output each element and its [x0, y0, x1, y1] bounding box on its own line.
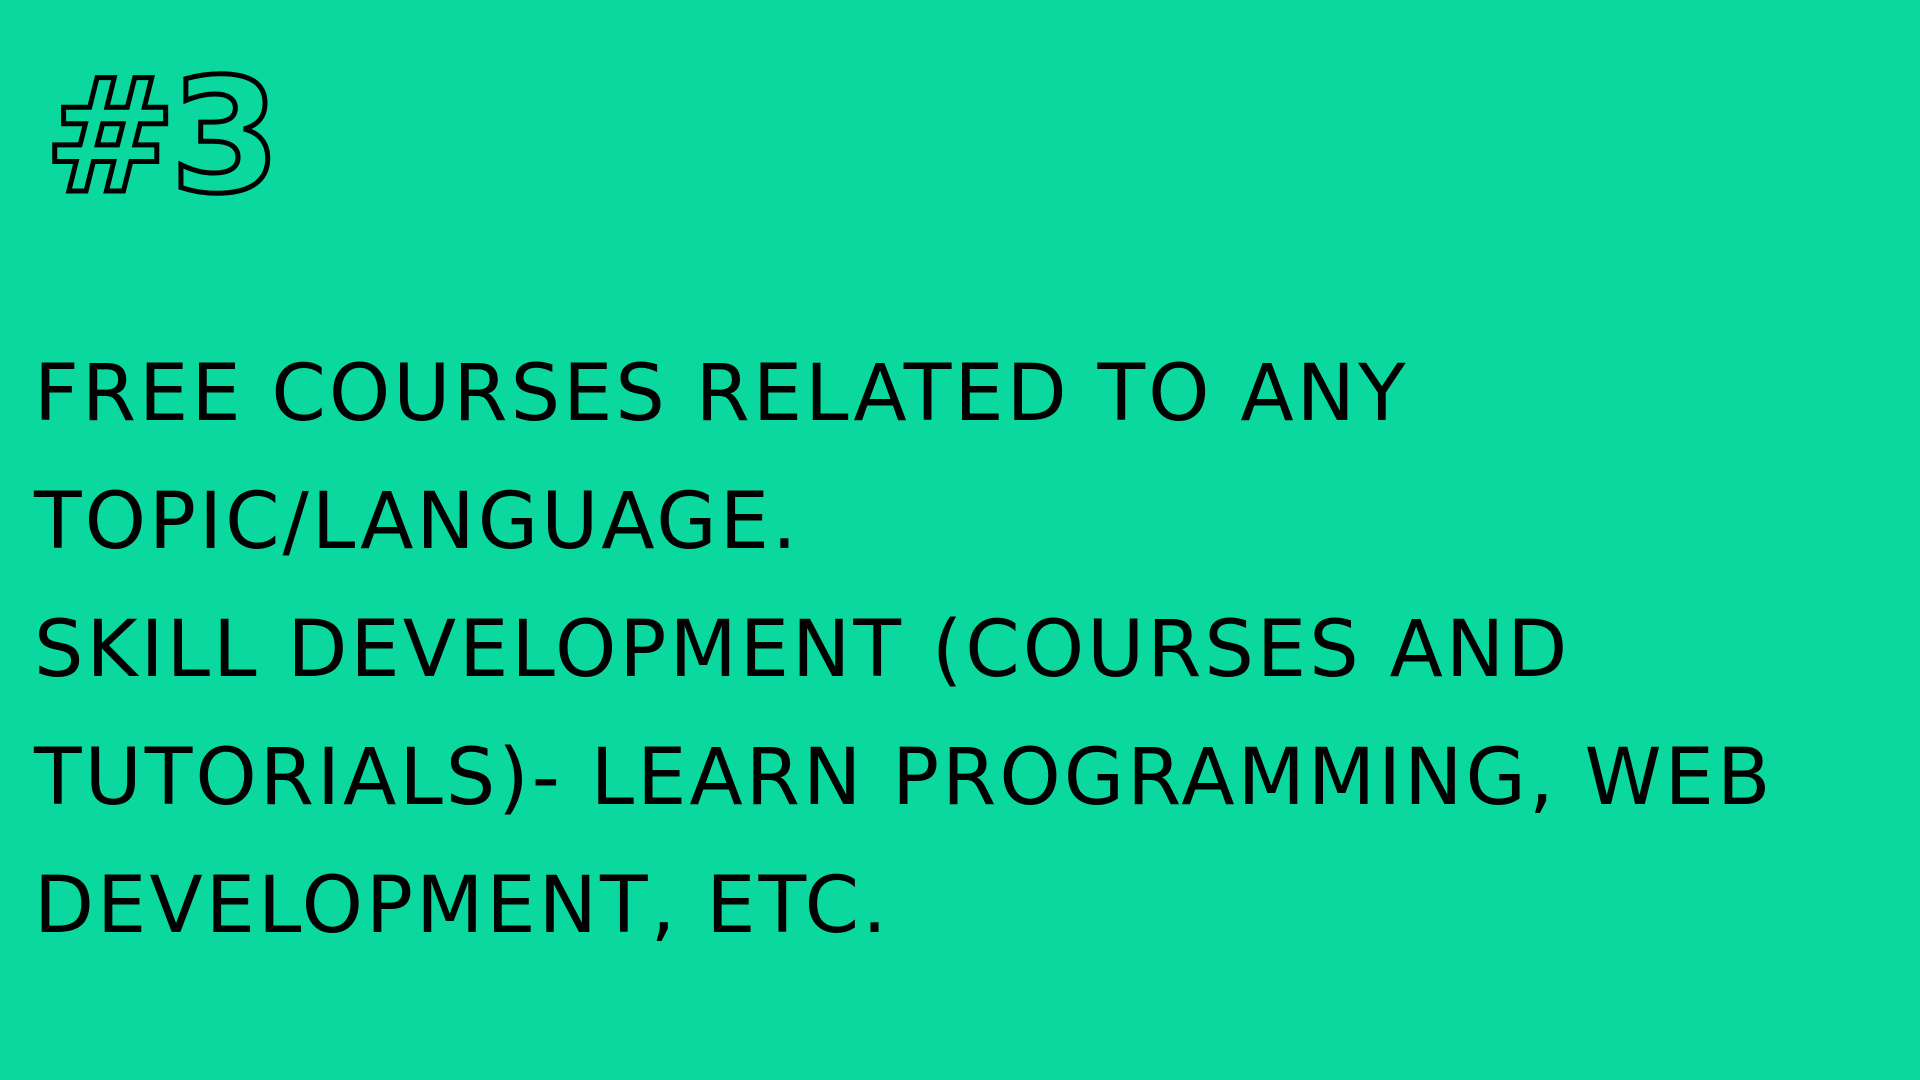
body-text-line: DEVELOPMENT, ETC.: [34, 861, 890, 951]
body-text-line: TUTORIALS)- LEARN PROGRAMMING, WEB: [34, 733, 1774, 823]
body-text-line: TOPIC/LANGUAGE.: [34, 477, 800, 567]
body-text-line: SKILL DEVELOPMENT (COURSES AND: [34, 605, 1571, 695]
slide-body-text: FREE COURSES RELATED TO ANY TOPIC/LANGUA…: [34, 330, 1894, 970]
slide: #3 FREE COURSES RELATED TO ANY TOPIC/LAN…: [0, 0, 1920, 1080]
slide-number-heading: #3: [41, 45, 282, 229]
body-text-line: FREE COURSES RELATED TO ANY: [34, 349, 1409, 439]
